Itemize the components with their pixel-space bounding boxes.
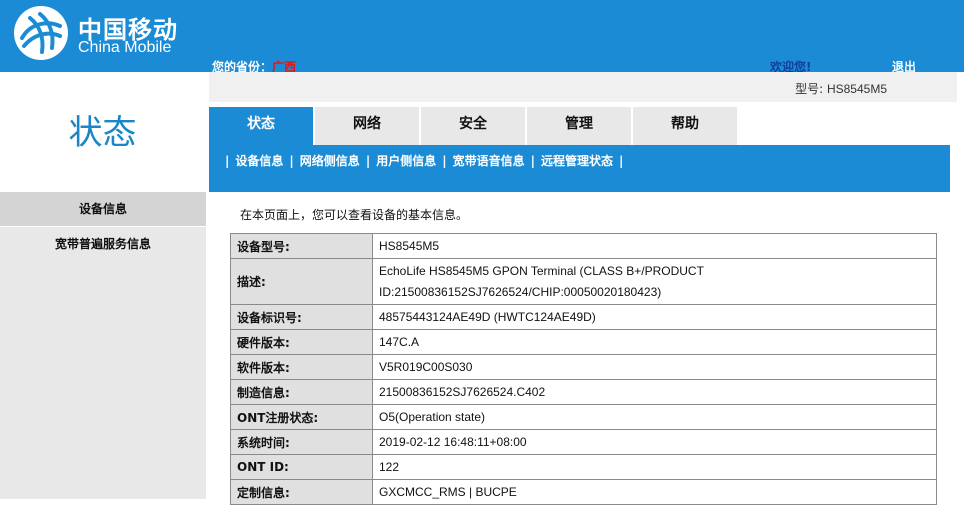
- model-label: 型号:: [795, 82, 824, 96]
- row-key: ONT ID:: [230, 454, 373, 480]
- model-value: HS8545M5: [826, 82, 887, 96]
- row-key: 设备型号:: [230, 233, 373, 259]
- subnav-separator: |: [530, 154, 536, 168]
- row-key: 软件版本:: [230, 354, 373, 380]
- tab-network[interactable]: 网络: [315, 107, 419, 145]
- row-value: O5(Operation state): [372, 404, 937, 430]
- subnav-separator: |: [442, 154, 447, 168]
- subnav-user-side-info[interactable]: 用户侧信息: [376, 154, 436, 168]
- model-info: 型号: HS8545M5: [795, 80, 887, 97]
- left-sidebar: 设备信息 宽带普遍服务信息: [0, 192, 206, 499]
- subnav-network-side-info[interactable]: 网络侧信息: [300, 154, 360, 168]
- row-value: HS8545M5: [372, 233, 937, 259]
- tab-help[interactable]: 帮助: [633, 107, 737, 145]
- brand-name-en: China Mobile: [78, 39, 172, 56]
- subnav-voice-info[interactable]: 宽带语音信息: [453, 154, 525, 168]
- row-value: 21500836152SJ7626524.C402: [372, 379, 937, 405]
- tab-security[interactable]: 安全: [421, 107, 525, 145]
- subnav-device-info[interactable]: 设备信息: [235, 154, 283, 168]
- top-banner: 中国移动 China Mobile 您的省份：广西 欢迎您! 退出: [0, 0, 964, 74]
- subnav-separator: |: [289, 154, 294, 168]
- table-row: 定制信息: GXCMCC_RMS | BUCPE: [230, 479, 937, 505]
- row-key: 系统时间:: [230, 429, 373, 455]
- table-row: ONT注册状态: O5(Operation state): [230, 404, 937, 430]
- subnav-remote-mgmt-status[interactable]: 远程管理状态: [541, 154, 613, 168]
- sub-navigation: | 设备信息 | 网络侧信息 | 用户侧信息 | 宽带语音信息 | 远程管理状态 |: [209, 145, 950, 192]
- table-row: 制造信息: 21500836152SJ7626524.C402: [230, 379, 937, 405]
- row-key: 定制信息:: [230, 479, 373, 505]
- model-bar: 型号: HS8545M5: [209, 72, 957, 102]
- subnav-separator: |: [225, 154, 230, 168]
- tab-status[interactable]: 状态: [209, 107, 313, 145]
- table-row: 设备型号: HS8545M5: [230, 233, 937, 259]
- row-value: GXCMCC_RMS | BUCPE: [372, 479, 937, 505]
- table-row: 设备标识号: 48575443124AE49D (HWTC124AE49D): [230, 304, 937, 330]
- table-row: 系统时间: 2019-02-12 16:48:11+08:00: [230, 429, 937, 455]
- row-key: 描述:: [230, 258, 373, 305]
- row-value: V5R019C00S030: [372, 354, 937, 380]
- subnav-separator: |: [619, 154, 624, 168]
- row-value: EchoLife HS8545M5 GPON Terminal (CLASS B…: [372, 258, 937, 305]
- section-title: 状态: [68, 113, 137, 153]
- table-row: 硬件版本: 147C.A: [230, 329, 937, 355]
- page-description: 在本页面上，您可以查看设备的基本信息。: [240, 208, 469, 222]
- row-key: ONT注册状态:: [230, 404, 373, 430]
- sidebar-item-broadband-service[interactable]: 宽带普遍服务信息: [0, 227, 206, 261]
- china-mobile-logo-icon: [14, 6, 68, 60]
- row-value: 122: [372, 454, 937, 480]
- row-value: 147C.A: [372, 329, 937, 355]
- table-row: 软件版本: V5R019C00S030: [230, 354, 937, 380]
- subnav-separator: |: [365, 154, 371, 168]
- row-key: 硬件版本:: [230, 329, 373, 355]
- row-value: 2019-02-12 16:48:11+08:00: [372, 429, 937, 455]
- row-value: 48575443124AE49D (HWTC124AE49D): [372, 304, 937, 330]
- row-key: 制造信息:: [230, 379, 373, 405]
- table-row: 描述: EchoLife HS8545M5 GPON Terminal (CLA…: [230, 258, 937, 305]
- sidebar-item-device-info[interactable]: 设备信息: [0, 192, 206, 227]
- table-row: ONT ID: 122: [230, 454, 937, 480]
- row-key: 设备标识号:: [230, 304, 373, 330]
- china-mobile-logo: 中国移动 China Mobile: [12, 4, 182, 64]
- tab-management[interactable]: 管理: [527, 107, 631, 145]
- device-info-table: 设备型号: HS8545M5 描述: EchoLife HS8545M5 GPO…: [230, 233, 937, 505]
